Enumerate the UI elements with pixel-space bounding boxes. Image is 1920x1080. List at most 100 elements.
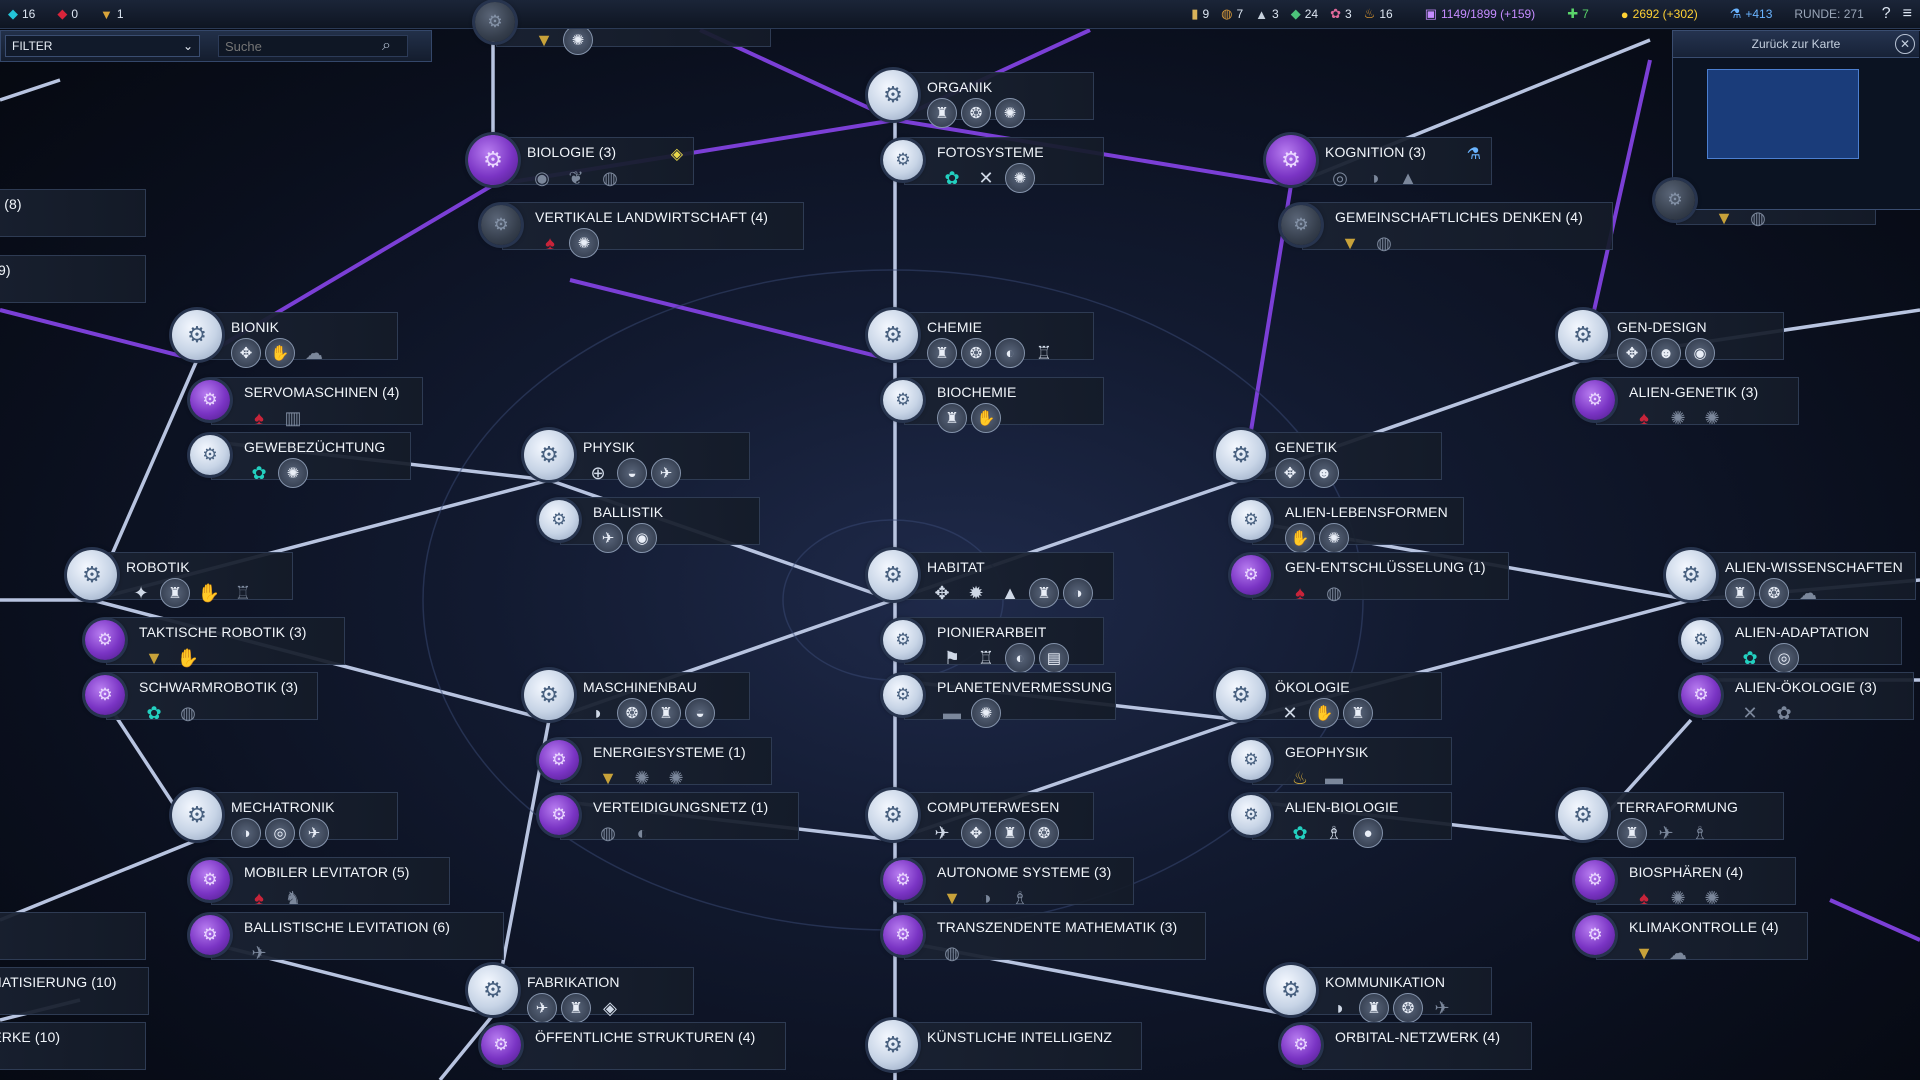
tech-emblem-icon[interactable]: ⚙ bbox=[868, 1020, 918, 1070]
unlock-icon[interactable]: ▼ bbox=[937, 883, 967, 913]
unlock-icon[interactable]: ▼ bbox=[1335, 228, 1365, 258]
health-counter[interactable]: ✚ 7 bbox=[1567, 6, 1589, 22]
unlock-icon[interactable]: ✋ bbox=[971, 403, 1001, 433]
unlock-icon[interactable]: ✺ bbox=[995, 98, 1025, 128]
unlock-icon[interactable]: ▬ bbox=[1319, 763, 1349, 793]
tech-panel[interactable]: BIOSPHÄREN (4) ♠ ✺ ✺ bbox=[1596, 857, 1796, 908]
unlock-icon[interactable]: ◗ bbox=[1325, 993, 1355, 1023]
unlock-icon[interactable]: ✿ bbox=[244, 458, 274, 488]
tech-panel[interactable]: K bbox=[0, 912, 146, 960]
tech-emblem-icon[interactable]: ⚙ bbox=[1575, 380, 1615, 420]
tech-panel[interactable]: SERVOMASCHINEN (4) ♠ ▥ bbox=[211, 377, 423, 428]
unlock-icon[interactable]: ♜ bbox=[1725, 578, 1755, 608]
unlock-icon[interactable]: ✺ bbox=[971, 698, 1001, 728]
unlock-icon[interactable]: ♜ bbox=[160, 578, 190, 608]
unlock-icon[interactable]: ✈ bbox=[1427, 993, 1457, 1023]
tech-emblem-icon[interactable]: ⚙ bbox=[475, 2, 515, 42]
unlock-icon[interactable]: ◒ bbox=[685, 698, 715, 728]
tech-panel[interactable]: ROBOTIK ✦ ♜ ✋ ♖ bbox=[93, 552, 293, 608]
unlock-icon[interactable]: ✺ bbox=[1697, 883, 1727, 913]
tech-emblem-icon[interactable]: ⚙ bbox=[1216, 430, 1266, 480]
unlock-icon[interactable]: ◍ bbox=[1369, 228, 1399, 258]
tech-emblem-icon[interactable]: ⚙ bbox=[883, 380, 923, 420]
unlock-icon[interactable]: ✈ bbox=[651, 458, 681, 488]
tech-emblem-icon[interactable]: ⚙ bbox=[868, 790, 918, 840]
tech-emblem-icon[interactable]: ⚙ bbox=[1655, 180, 1695, 220]
unlock-icon[interactable]: ✕ bbox=[971, 163, 1001, 193]
tech-panel[interactable]: KOMMUNIKATION ◗ ♜ ❂ ✈ bbox=[1292, 967, 1492, 1023]
tech-panel[interactable]: AUTONOME SYSTEME (3) ▼ ◑ ♗ bbox=[904, 857, 1134, 908]
unlock-icon[interactable]: ❂ bbox=[1759, 578, 1789, 608]
tech-panel[interactable]: PIONIERARBEIT ⚑ ♖ ◐ ▤ bbox=[904, 617, 1104, 673]
harmony-affinity[interactable]: ◆ 16 bbox=[8, 6, 35, 22]
close-icon[interactable]: ✕ bbox=[1895, 34, 1915, 54]
tech-emblem-icon[interactable]: ⚙ bbox=[1558, 310, 1608, 360]
unlock-icon[interactable]: ◉ bbox=[527, 163, 557, 193]
unlock-icon[interactable]: ✕ bbox=[1735, 698, 1765, 728]
tech-panel[interactable]: ALIEN-WISSENSCHAFTEN ♜ ❂ ☁ bbox=[1692, 552, 1916, 608]
unlock-icon[interactable]: ♜ bbox=[1343, 698, 1373, 728]
unlock-icon[interactable]: ◎ bbox=[265, 818, 295, 848]
unlock-icon[interactable]: ✈ bbox=[593, 523, 623, 553]
tech-panel[interactable]: COMPUTERWESEN ✈ ✥ ♜ ❂ bbox=[894, 792, 1094, 848]
tech-panel[interactable]: ALIEN-ÖKOLOGIE (3) ✕ ✿ bbox=[1702, 672, 1914, 723]
unlock-icon[interactable]: ◗ bbox=[583, 698, 613, 728]
tech-emblem-icon[interactable]: ⚙ bbox=[190, 435, 230, 475]
tech-emblem-icon[interactable]: ⚙ bbox=[539, 795, 579, 835]
unlock-icon[interactable]: ▼ bbox=[139, 643, 169, 673]
unlock-icon[interactable]: ▼ bbox=[593, 763, 623, 793]
tech-panel[interactable]: FABRIKATION ✈ ♜ ◈ bbox=[494, 967, 694, 1023]
unlock-icon[interactable]: ♜ bbox=[995, 818, 1025, 848]
tech-panel[interactable]: VERTEIDIGUNGSNETZ (1) ◍ ◐ bbox=[560, 792, 799, 843]
tech-panel[interactable]: ÖKOLOGIE ✕ ✋ ♜ bbox=[1242, 672, 1442, 728]
tech-emblem-icon[interactable]: ⚙ bbox=[172, 790, 222, 840]
tech-panel[interactable]: ALIEN-LEBENSFORMEN ✋ ✺ bbox=[1252, 497, 1464, 553]
tech-panel[interactable]: MECHATRONIK ◑ ◎ ✈ bbox=[198, 792, 398, 848]
unlock-icon[interactable]: ☁ bbox=[1663, 938, 1693, 968]
tech-emblem-icon[interactable]: ⚙ bbox=[1266, 135, 1316, 185]
tech-emblem-icon[interactable]: ⚙ bbox=[468, 965, 518, 1015]
unlock-icon[interactable]: ◍ bbox=[593, 818, 623, 848]
tech-panel[interactable]: WERKE (10) bbox=[0, 1022, 146, 1070]
tech-emblem-icon[interactable]: ⚙ bbox=[1681, 675, 1721, 715]
unlock-icon[interactable]: ♜ bbox=[937, 403, 967, 433]
unlock-icon[interactable]: ✈ bbox=[927, 818, 957, 848]
unlock-icon[interactable]: ♗ bbox=[1005, 883, 1035, 913]
search-input[interactable] bbox=[218, 35, 408, 57]
unlock-icon[interactable]: ♜ bbox=[1029, 578, 1059, 608]
resource-geothermal[interactable]: ◆ 24 bbox=[1291, 6, 1318, 22]
tech-emblem-icon[interactable]: ⚙ bbox=[883, 140, 923, 180]
tech-panel[interactable]: BALLISTIK ✈ ◉ bbox=[560, 497, 760, 553]
unlock-icon[interactable]: ✺ bbox=[1697, 403, 1727, 433]
unlock-icon[interactable]: ▼ bbox=[529, 25, 559, 55]
tech-panel[interactable]: ALIEN-GENETIK (3) ♠ ✺ ✺ bbox=[1596, 377, 1799, 428]
tech-panel[interactable]: ALIEN-BIOLOGIE ✿ ♗ ● bbox=[1252, 792, 1452, 848]
tech-panel[interactable]: GEMEINSCHAFTLICHES DENKEN (4) ▼ ◍ bbox=[1302, 202, 1613, 253]
unlock-icon[interactable]: ✿ bbox=[139, 698, 169, 728]
supremacy-affinity[interactable]: ▼ 1 bbox=[100, 7, 124, 22]
unlock-icon[interactable]: ✋ bbox=[173, 643, 203, 673]
energy-counter[interactable]: ● 2692 (+302) bbox=[1621, 7, 1698, 22]
unlock-icon[interactable]: ☻ bbox=[1309, 458, 1339, 488]
tech-panel[interactable]: MASCHINENBAU ◗ ❂ ♜ ◒ bbox=[550, 672, 750, 728]
unlock-icon[interactable]: ☁ bbox=[299, 338, 329, 368]
tech-emblem-icon[interactable]: ⚙ bbox=[1231, 500, 1271, 540]
tech-panel[interactable]: BIONIK ✥ ✋ ☁ bbox=[198, 312, 398, 368]
unlock-icon[interactable]: ✥ bbox=[231, 338, 261, 368]
resource-firaxite[interactable]: ▮ 9 bbox=[1191, 6, 1209, 22]
tech-panel[interactable]: KLIMAKONTROLLE (4) ▼ ☁ bbox=[1596, 912, 1808, 963]
unlock-icon[interactable]: ☁ bbox=[1793, 578, 1823, 608]
minimap-viewport[interactable] bbox=[1707, 69, 1859, 159]
unlock-icon[interactable]: ♗ bbox=[1319, 818, 1349, 848]
tech-panel[interactable]: MOBILER LEVITATOR (5) ♠ ♞ bbox=[211, 857, 450, 908]
search-icon[interactable]: ⌕ bbox=[382, 37, 391, 55]
tech-emblem-icon[interactable]: ⚙ bbox=[1216, 670, 1266, 720]
unlock-icon[interactable]: ✺ bbox=[627, 763, 657, 793]
tech-panel[interactable]: BALLISTISCHE LEVITATION (6) ✈ bbox=[211, 912, 504, 963]
tech-panel[interactable]: ORGANIK ♜ ❂ ✺ bbox=[894, 72, 1094, 128]
tech-emblem-icon[interactable]: ⚙ bbox=[883, 675, 923, 715]
unlock-icon[interactable]: ● bbox=[1353, 818, 1383, 848]
unlock-icon[interactable]: ◍ bbox=[1319, 578, 1349, 608]
unlock-icon[interactable]: ✦ bbox=[126, 578, 156, 608]
unlock-icon[interactable]: ▼ bbox=[1629, 938, 1659, 968]
